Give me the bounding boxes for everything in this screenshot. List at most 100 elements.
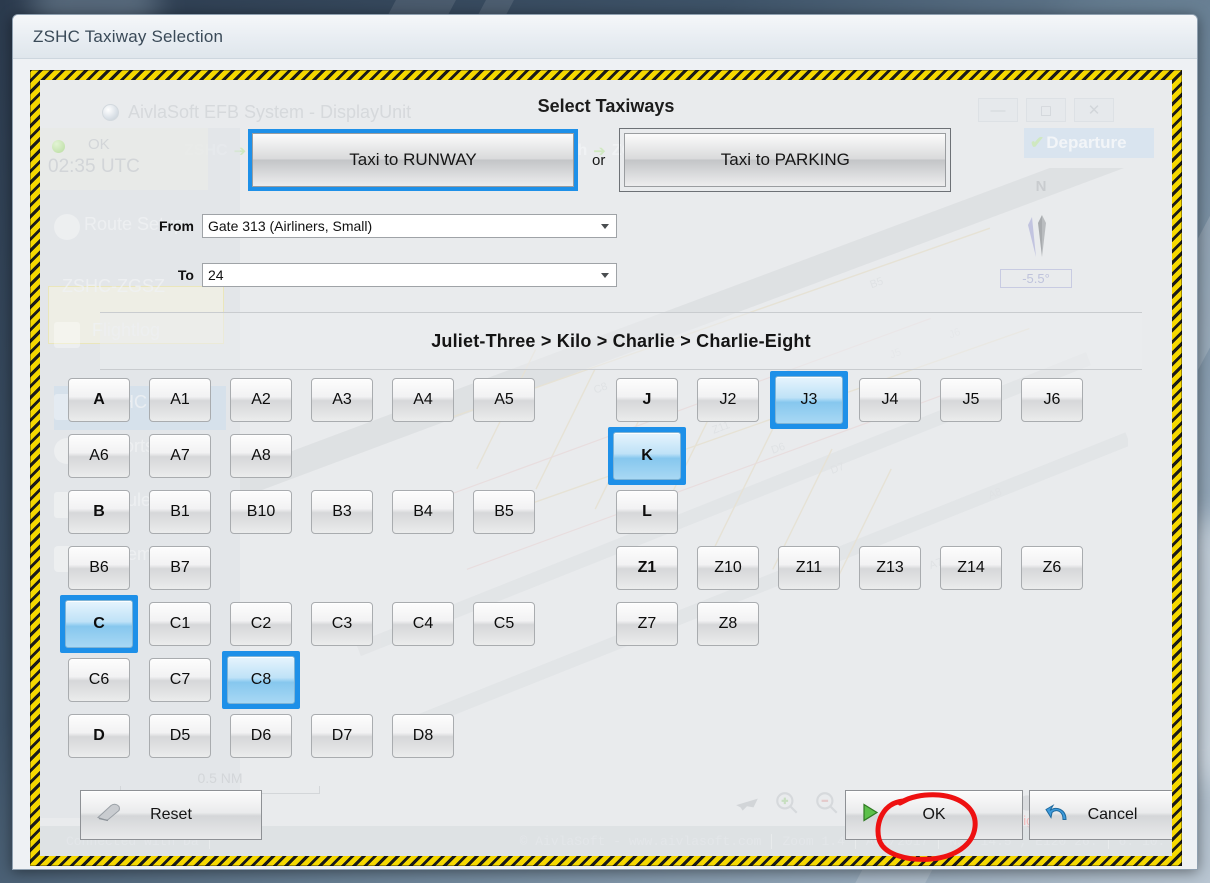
dialog-content: Select Taxiways Taxi to RUNWAY or Taxi t… [40,80,1172,856]
window-titlebar: ZSHC Taxiway Selection [13,15,1197,59]
taxiway-button-d7[interactable]: D7 [311,714,373,758]
taxiway-button-d5[interactable]: D5 [149,714,211,758]
taxiway-selected-frame: J3 [770,371,848,429]
taxiway-slot: A6 [68,434,130,478]
taxiway-button-a3[interactable]: A3 [311,378,373,422]
taxiway-slot: B7 [149,546,211,590]
taxi-to-parking-button[interactable]: Taxi to PARKING [624,133,947,187]
taxiway-button-z14[interactable]: Z14 [940,546,1002,590]
taxiway-slot: D [68,714,130,758]
taxiway-button-b7[interactable]: B7 [149,546,211,590]
taxiway-button-a2[interactable]: A2 [230,378,292,422]
to-combobox[interactable]: 24 [202,263,617,287]
chevron-down-icon[interactable] [601,224,609,229]
route-summary-bar: Juliet-Three > Kilo > Charlie > Charlie-… [100,312,1142,370]
taxiway-button-c1[interactable]: C1 [149,602,211,646]
taxiway-slot: D7 [311,714,373,758]
taxiway-slot: D5 [149,714,211,758]
taxiway-button-z13[interactable]: Z13 [859,546,921,590]
taxiway-slot: B [68,490,130,534]
taxiway-button-z6[interactable]: Z6 [1021,546,1083,590]
taxiway-button-c5[interactable]: C5 [473,602,535,646]
taxiway-slot: J3 [770,371,848,429]
taxiway-button-b1[interactable]: B1 [149,490,211,534]
taxiway-button-k[interactable]: K [613,432,681,480]
taxiway-button-d6[interactable]: D6 [230,714,292,758]
taxiway-button-j[interactable]: J [616,378,678,422]
taxiway-button-c4[interactable]: C4 [392,602,454,646]
taxiway-button-c[interactable]: C [65,600,133,648]
taxiway-button-b10[interactable]: B10 [230,490,292,534]
taxiway-button-d[interactable]: D [68,714,130,758]
taxiway-slot: B6 [68,546,130,590]
taxiway-slot: B5 [473,490,535,534]
taxiway-button-b5[interactable]: B5 [473,490,535,534]
taxiway-button-a5[interactable]: A5 [473,378,535,422]
taxiway-button-b[interactable]: B [68,490,130,534]
taxiway-button-b4[interactable]: B4 [392,490,454,534]
taxiway-column-right: J J2 J3 J4 J5 J6 K L Z1 Z10 Z11 Z13 Z14 Z6 Z7 Z8 [608,371,1083,658]
taxiway-slot: Z10 [697,546,759,590]
taxiway-button-j4[interactable]: J4 [859,378,921,422]
taxiway-button-c6[interactable]: C6 [68,658,130,702]
taxiway-button-a1[interactable]: A1 [149,378,211,422]
taxiway-slot: B1 [149,490,211,534]
taxiway-button-c7[interactable]: C7 [149,658,211,702]
taxiway-button-b6[interactable]: B6 [68,546,130,590]
hazard-stripe-frame: AivlaSoft EFB System - DisplayUnit — ◻ ✕… [30,70,1182,866]
taxiway-button-a8[interactable]: A8 [230,434,292,478]
taxiway-button-a4[interactable]: A4 [392,378,454,422]
taxiway-slot: J4 [859,378,921,422]
taxiway-column-left: A A1 A2 A3 A4 A5 A6 A7 A8 B B1 B10 B3 B4 B5 B6 B7 C C1 C2 C3… [60,378,535,770]
taxiway-slot: Z14 [940,546,1002,590]
taxiway-row: A6 A7 A8 [68,434,535,478]
taxiway-button-z8[interactable]: Z8 [697,602,759,646]
taxiway-button-z7[interactable]: Z7 [616,602,678,646]
taxiway-button-a7[interactable]: A7 [149,434,211,478]
taxiway-button-l[interactable]: L [616,490,678,534]
taxiway-row: D D5 D6 D7 D8 [68,714,535,758]
taxiway-slot: C4 [392,602,454,646]
taxiway-button-z1[interactable]: Z1 [616,546,678,590]
taxiway-row: J J2 J3 J4 J5 J6 [616,371,1083,429]
taxiway-slot: C1 [149,602,211,646]
taxiway-row: A A1 A2 A3 A4 A5 [68,378,535,422]
taxiway-button-d8[interactable]: D8 [392,714,454,758]
taxiway-slot: D6 [230,714,292,758]
taxiway-slot: Z1 [616,546,678,590]
taxiway-button-j3[interactable]: J3 [775,376,843,424]
taxiway-slot: C7 [149,658,211,702]
from-combobox[interactable]: Gate 313 (Airliners, Small) [202,214,617,238]
taxiway-slot: A [68,378,130,422]
taxiway-button-j6[interactable]: J6 [1021,378,1083,422]
ok-button[interactable]: OK [845,790,1023,840]
route-text: Juliet-Three > Kilo > Charlie > Charlie-… [431,330,811,351]
dialog-panel: AivlaSoft EFB System - DisplayUnit — ◻ ✕… [40,80,1172,856]
taxiway-slot: J2 [697,378,759,422]
ok-label: OK [922,806,946,823]
taxiway-slot: Z7 [616,602,678,646]
taxiway-button-j5[interactable]: J5 [940,378,1002,422]
reset-button[interactable]: Reset [80,790,262,840]
taxiway-button-z10[interactable]: Z10 [697,546,759,590]
taxiway-button-b3[interactable]: B3 [311,490,373,534]
taxiway-row: K [608,427,1083,485]
taxiway-button-c8[interactable]: C8 [227,656,295,704]
taxiway-button-z11[interactable]: Z11 [778,546,840,590]
taxiway-slot: Z6 [1021,546,1083,590]
play-triangle-icon [860,803,880,828]
chevron-down-icon[interactable] [601,273,609,278]
taxiway-button-c2[interactable]: C2 [230,602,292,646]
taxiway-button-a6[interactable]: A6 [68,434,130,478]
cancel-button[interactable]: Cancel [1029,790,1172,840]
to-label: To [177,267,194,283]
taxiway-slot: C8 [222,651,300,709]
taxiway-slot: Z13 [859,546,921,590]
taxiway-button-a[interactable]: A [68,378,130,422]
taxiway-button-c3[interactable]: C3 [311,602,373,646]
taxiway-button-j2[interactable]: J2 [697,378,759,422]
taxiway-slot: B10 [230,490,292,534]
taxiway-row: Z1 Z10 Z11 Z13 Z14 Z6 [616,546,1083,590]
taxi-to-runway-button[interactable]: Taxi to RUNWAY [252,133,574,187]
taxiway-grid: A A1 A2 A3 A4 A5 A6 A7 A8 B B1 B10 B3 B4 B5 B6 B7 C C1 C2 C3… [46,371,1166,818]
